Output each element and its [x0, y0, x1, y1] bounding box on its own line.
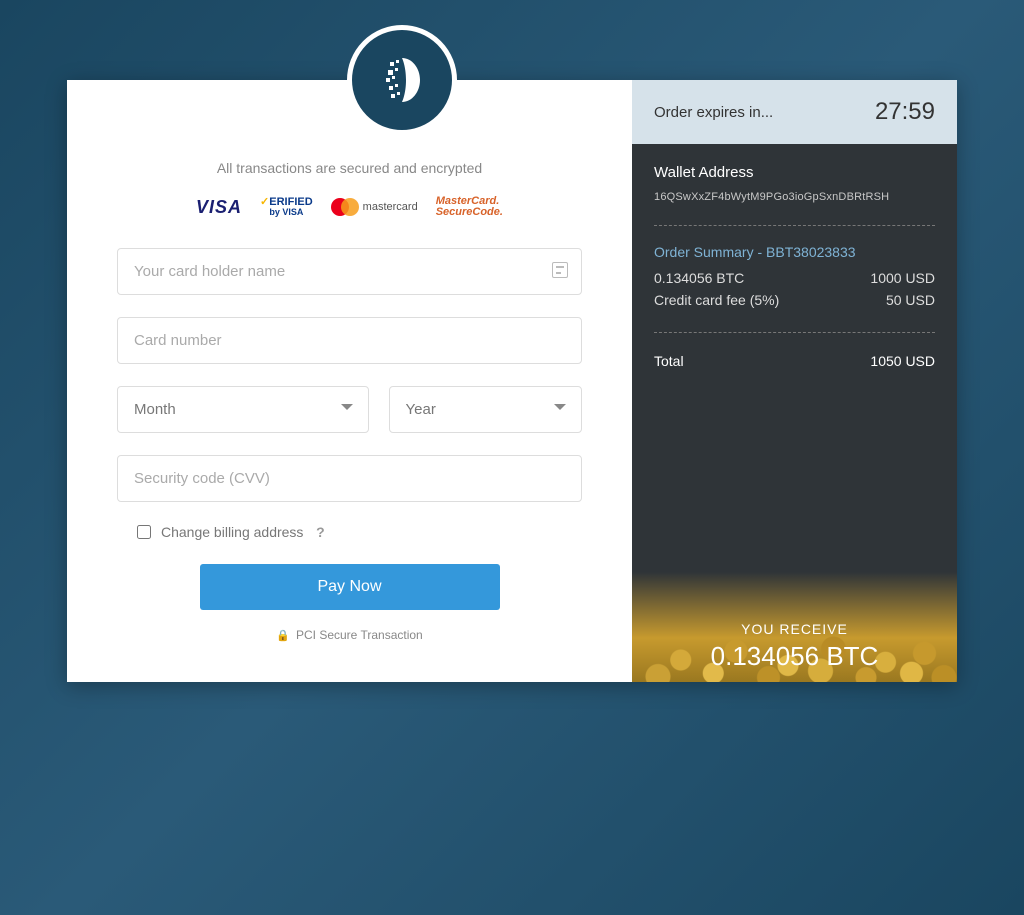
wallet-block: Wallet Address 16QSwXxZF4bWytM9PGo3ioGpS…: [632, 144, 957, 215]
timer-value: 27:59: [875, 98, 935, 126]
change-billing-checkbox[interactable]: [137, 525, 151, 539]
divider: [654, 332, 935, 333]
wallet-address: 16QSwXxZF4bWytM9PGo3ioGpSxnDBRtRSH: [654, 191, 935, 203]
divider: [654, 225, 935, 226]
lock-icon: 🔒: [276, 629, 290, 642]
checkout-container: All transactions are secured and encrypt…: [67, 80, 957, 682]
order-summary-block: Order Summary - BBT38023833 0.134056 BTC…: [632, 236, 957, 322]
pay-now-button[interactable]: Pay Now: [200, 564, 500, 610]
expiry-year-select[interactable]: Year: [389, 386, 582, 433]
card-brand-logos: VISA ERIFIED by VISA mastercard MasterCa…: [117, 196, 582, 218]
order-timer-bar: Order expires in... 27:59: [632, 80, 957, 144]
order-summary-panel: Order expires in... 27:59 Wallet Address…: [632, 80, 957, 682]
wallet-title: Wallet Address: [654, 164, 935, 181]
visa-logo-icon: VISA: [196, 197, 242, 218]
expiry-row: Month Year: [117, 386, 582, 455]
timer-label: Order expires in...: [654, 104, 773, 121]
cvv-input[interactable]: [117, 455, 582, 502]
order-summary-header: Order Summary - BBT38023833: [654, 244, 935, 260]
summary-line-fee: Credit card fee (5%) 50 USD: [654, 292, 935, 308]
contact-card-icon: [552, 262, 568, 278]
change-billing-label: Change billing address: [161, 524, 303, 540]
mastercard-logo-icon: mastercard: [331, 198, 418, 216]
receive-amount: 0.134056 BTC: [632, 641, 957, 672]
help-icon[interactable]: ?: [313, 524, 327, 540]
summary-line-total: Total 1050 USD: [654, 353, 935, 369]
face-logo-icon: [372, 50, 432, 110]
pci-secure-row: 🔒 PCI Secure Transaction: [117, 628, 582, 642]
total-block: Total 1050 USD: [632, 343, 957, 375]
card-number-input[interactable]: [117, 317, 582, 364]
cardholder-wrap: [117, 248, 582, 317]
payment-form-panel: All transactions are secured and encrypt…: [67, 80, 632, 682]
expiry-month-select[interactable]: Month: [117, 386, 369, 433]
brand-logo: [347, 25, 457, 135]
mastercard-securecode-icon: MasterCard. SecureCode.: [436, 196, 503, 218]
secured-text: All transactions are secured and encrypt…: [117, 160, 582, 176]
verified-by-visa-icon: ERIFIED by VISA: [260, 197, 313, 217]
pci-label: PCI Secure Transaction: [296, 628, 423, 642]
receive-label: YOU RECEIVE: [632, 621, 957, 637]
cardholder-name-input[interactable]: [117, 248, 582, 295]
billing-address-row: Change billing address ?: [137, 524, 582, 540]
you-receive-block: YOU RECEIVE 0.134056 BTC: [632, 593, 957, 682]
summary-line-btc: 0.134056 BTC 1000 USD: [654, 270, 935, 286]
